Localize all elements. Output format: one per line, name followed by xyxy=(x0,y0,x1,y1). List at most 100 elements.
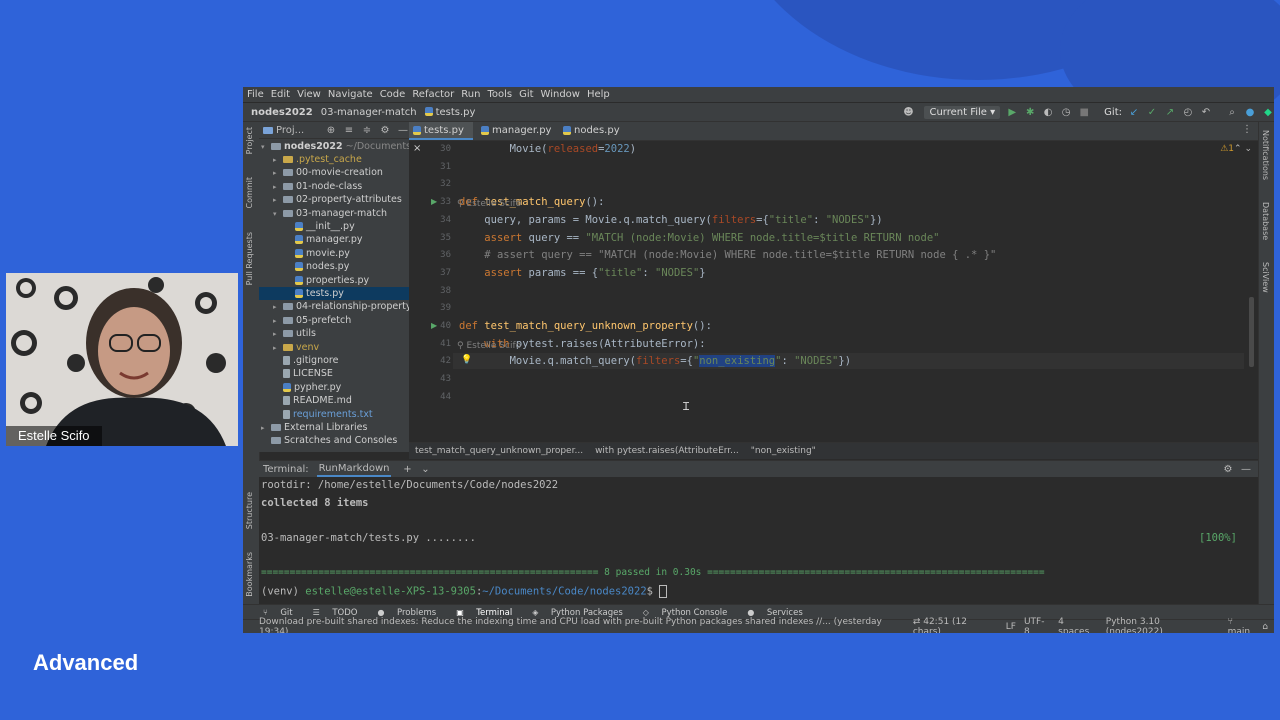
menu-item-tools[interactable]: Tools xyxy=(487,89,512,100)
stop-icon[interactable]: ■ xyxy=(1078,107,1090,118)
tool-window-todo[interactable]: ☰ TODO xyxy=(303,608,358,618)
git-push-icon[interactable]: ↗ xyxy=(1164,107,1176,118)
breadcrumb-file[interactable]: tests.py xyxy=(424,107,475,118)
add-user-icon[interactable]: ☻ xyxy=(902,107,914,118)
code-breadcrumb-string[interactable]: "non_existing" xyxy=(751,446,816,456)
locate-icon[interactable]: ⊕ xyxy=(325,125,337,136)
breadcrumb-project[interactable]: nodes2022 xyxy=(251,107,313,118)
git-commit-icon[interactable]: ✓ xyxy=(1146,107,1158,118)
tree-item[interactable]: ▸ 01-node-class xyxy=(273,180,362,193)
rollback-icon[interactable]: ↶ xyxy=(1200,107,1212,118)
git-branch[interactable]: ⑂ main xyxy=(1228,617,1259,633)
tool-window-terminal[interactable]: ▣ Terminal xyxy=(446,608,512,618)
menu-item-run[interactable]: Run xyxy=(461,89,480,100)
menu-item-refactor[interactable]: Refactor xyxy=(412,89,454,100)
run-config-select[interactable]: Current File ▾ xyxy=(924,105,1001,119)
tab-manager-py[interactable]: manager.py xyxy=(477,122,561,140)
status-message[interactable]: Download pre-built shared indexes: Reduc… xyxy=(259,617,913,633)
collapse-all-icon[interactable]: ≡ xyxy=(343,125,355,136)
tree-item[interactable]: pypher.py xyxy=(273,381,341,394)
code-breadcrumb-function[interactable]: test_match_query_unknown_proper... xyxy=(415,446,583,456)
tree-item[interactable]: ▸ 04-relationship-property xyxy=(273,300,411,313)
menu-item-view[interactable]: View xyxy=(297,89,321,100)
warning-nav-icons[interactable]: ⌃ ⌄ xyxy=(1234,144,1252,154)
jetbrains-icon[interactable]: ◆ xyxy=(1262,107,1274,118)
tree-item[interactable]: ▾ 03-manager-match xyxy=(273,207,387,220)
tree-item[interactable]: requirements.txt xyxy=(273,408,373,421)
tool-window-problems[interactable]: ● Problems xyxy=(367,608,436,618)
menu-item-file[interactable]: File xyxy=(247,89,264,100)
tree-item[interactable]: nodes.py xyxy=(285,260,349,273)
python-interpreter[interactable]: Python 3.10 (nodes2022) xyxy=(1106,617,1220,633)
menu-item-code[interactable]: Code xyxy=(380,89,406,100)
tool-window-git[interactable]: ⑂ Git xyxy=(253,608,293,618)
notifications-tool-button[interactable]: Notifications xyxy=(1261,130,1270,180)
tree-item[interactable]: ▸ 02-property-attributes xyxy=(273,193,402,206)
menu-item-help[interactable]: Help xyxy=(587,89,610,100)
tree-root[interactable]: ▾ nodes2022 ~/Documents/C xyxy=(261,140,421,153)
structure-tool-button[interactable]: Structure xyxy=(245,492,254,529)
tab-tests-py[interactable]: tests.py × xyxy=(409,122,473,154)
cursor-position[interactable]: ⇄ 42:51 (12 chars) xyxy=(913,617,998,633)
pull-requests-tool-button[interactable]: Pull Requests xyxy=(245,232,254,285)
tree-item[interactable]: ▸ External Libraries xyxy=(261,421,367,434)
tree-item[interactable]: movie.py xyxy=(285,247,350,260)
file-encoding[interactable]: UTF-8 xyxy=(1024,617,1050,633)
expand-all-icon[interactable]: ≑ xyxy=(361,125,373,136)
minimize-icon[interactable]: — xyxy=(397,125,409,136)
tool-window-python-console[interactable]: ◇ Python Console xyxy=(633,608,728,618)
menu-item-edit[interactable]: Edit xyxy=(271,89,290,100)
tree-item[interactable]: ▸ utils xyxy=(273,327,316,340)
history-icon[interactable]: ◴ xyxy=(1182,107,1194,118)
tool-window-python-packages[interactable]: ◈ Python Packages xyxy=(522,608,623,618)
terminal-prompt[interactable]: (venv) estelle@estelle-XPS-13-9305:~/Doc… xyxy=(261,585,668,598)
run-test-icon[interactable]: ▶ xyxy=(431,321,437,330)
search-icon[interactable]: ⌕ xyxy=(1226,107,1238,118)
gear-icon[interactable]: ⚙ xyxy=(1222,464,1234,475)
tree-item[interactable]: README.md xyxy=(273,394,352,407)
menu-item-window[interactable]: Window xyxy=(541,89,580,100)
tree-item[interactable]: .gitignore xyxy=(273,354,338,367)
coverage-icon[interactable]: ◐ xyxy=(1042,107,1054,118)
indent-setting[interactable]: 4 spaces xyxy=(1058,617,1098,633)
tree-item[interactable]: Scratches and Consoles xyxy=(261,434,397,447)
project-panel-title[interactable]: Proj... xyxy=(276,125,304,136)
tree-item[interactable]: ▸ venv xyxy=(273,341,319,354)
editor-scrollbar[interactable] xyxy=(1249,297,1254,367)
profile-icon[interactable]: ◷ xyxy=(1060,107,1072,118)
code-author-hint[interactable]: ⚲ Estelle Scifo xyxy=(457,341,521,351)
debug-icon[interactable]: ✱ xyxy=(1024,107,1036,118)
menu-item-navigate[interactable]: Navigate xyxy=(328,89,373,100)
tab-nodes-py[interactable]: nodes.py xyxy=(559,122,633,140)
terminal-output[interactable]: rootdir: /home/estelle/Documents/Code/no… xyxy=(259,477,1258,604)
sciview-tool-button[interactable]: SciView xyxy=(1261,262,1270,293)
tree-item[interactable]: ▸ 05-prefetch xyxy=(273,314,351,327)
menu-item-git[interactable]: Git xyxy=(519,89,533,100)
tree-item[interactable]: LICENSE xyxy=(273,367,333,380)
tree-item[interactable]: ▸ .pytest_cache xyxy=(273,153,362,166)
tree-item[interactable]: __init__.py xyxy=(285,220,355,233)
warning-indicator[interactable]: ⚠1 xyxy=(1220,144,1234,154)
tree-item[interactable]: tests.py xyxy=(259,287,409,300)
git-update-icon[interactable]: ↙ xyxy=(1128,107,1140,118)
chevron-down-icon[interactable]: ⌄ xyxy=(419,464,431,475)
line-separator[interactable]: LF xyxy=(1006,622,1016,632)
tree-item[interactable]: ▸ 00-movie-creation xyxy=(273,166,383,179)
terminal-tab[interactable]: RunMarkdown xyxy=(316,462,392,477)
tree-item[interactable]: manager.py xyxy=(285,233,363,246)
add-terminal-icon[interactable]: + xyxy=(401,464,413,475)
tree-item[interactable]: properties.py xyxy=(285,274,369,287)
code-breadcrumb-with[interactable]: with pytest.raises(AttributeErr... xyxy=(595,446,739,456)
project-tool-button[interactable]: Project xyxy=(245,127,254,154)
commit-tool-button[interactable]: Commit xyxy=(245,177,254,208)
more-tabs-icon[interactable]: ⋮ xyxy=(1242,124,1252,135)
run-test-icon[interactable]: ▶ xyxy=(431,197,437,206)
run-icon[interactable]: ▶ xyxy=(1006,107,1018,118)
database-tool-button[interactable]: Database xyxy=(1261,202,1270,240)
minimize-icon[interactable]: — xyxy=(1240,464,1252,475)
code-author-hint[interactable]: ⚲ Estelle Scifo xyxy=(457,199,521,209)
tool-window-services[interactable]: ● Services xyxy=(737,608,802,618)
gear-icon[interactable]: ⚙ xyxy=(379,125,391,136)
bookmarks-tool-button[interactable]: Bookmarks xyxy=(245,552,254,597)
breadcrumb-folder[interactable]: 03-manager-match xyxy=(321,107,417,118)
